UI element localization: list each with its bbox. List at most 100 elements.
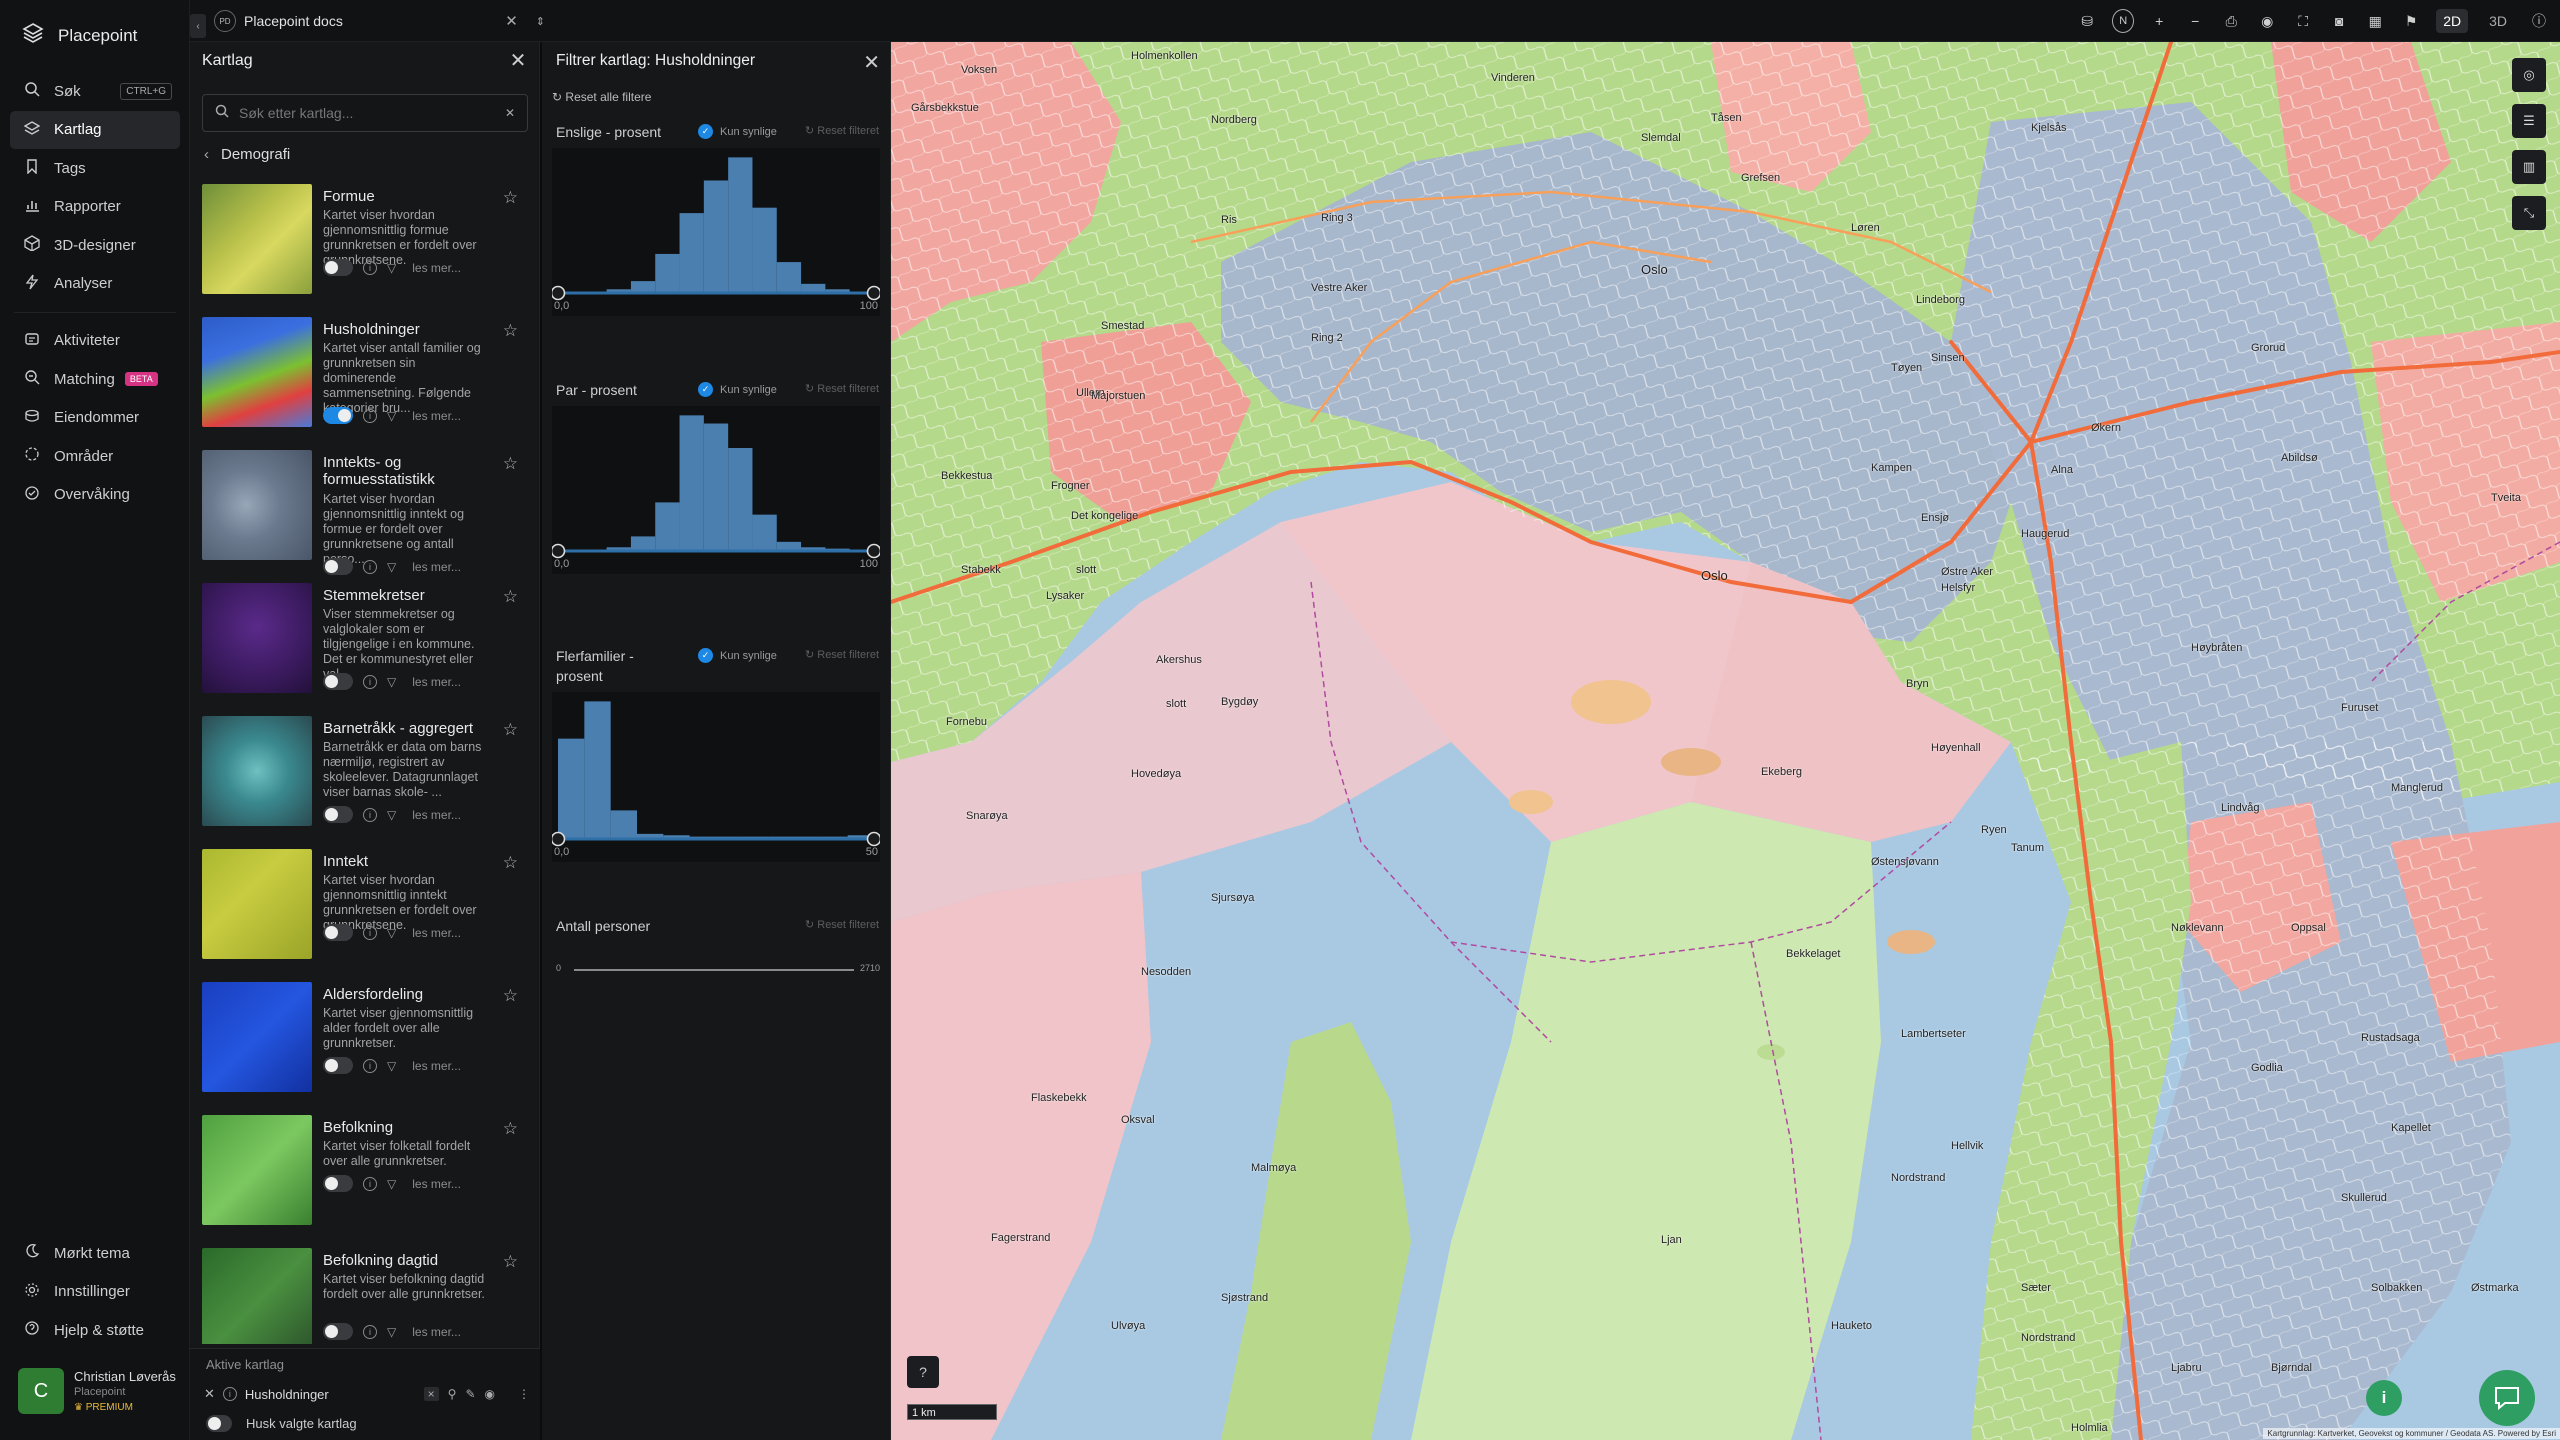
nav-item-kartlag[interactable]: Kartlag — [10, 110, 180, 149]
star-icon[interactable]: ☆ — [503, 587, 518, 607]
slider-track[interactable] — [574, 969, 854, 971]
close-panel-icon[interactable]: ✕ — [507, 50, 529, 72]
nav-item-overvåking[interactable]: Overvåking — [10, 476, 180, 514]
map-help-button[interactable]: ? — [907, 1356, 939, 1388]
layer-item[interactable]: Inntekt Kartet viser hvordan gjennomsnitt… — [202, 849, 532, 982]
info-icon[interactable]: i — [363, 1176, 377, 1191]
reset-filter-button[interactable]: ↻ Reset filteret — [805, 124, 879, 137]
star-icon[interactable]: ☆ — [503, 986, 518, 1006]
read-more-link[interactable]: les mer... — [412, 926, 461, 940]
only-visible-checkbox[interactable]: ✓ Kun synlige — [698, 124, 777, 139]
layers-stack-icon[interactable]: ⛁ — [2076, 10, 2098, 32]
read-more-link[interactable]: les mer... — [412, 261, 461, 275]
info-icon[interactable]: i — [363, 1058, 377, 1073]
reset-all-button[interactable]: ↻ Reset alle filtere — [552, 90, 651, 104]
zoom-out-icon[interactable]: − — [2184, 10, 2206, 32]
read-more-link[interactable]: les mer... — [412, 808, 461, 822]
zoom-in-icon[interactable]: + — [2148, 10, 2170, 32]
eye-icon[interactable]: ◉ — [485, 1387, 495, 1401]
star-icon[interactable]: ☆ — [503, 1252, 518, 1272]
nav-item-matching[interactable]: Matching BETA — [10, 360, 180, 398]
project-tab[interactable]: PD Placepoint docs ✕ ⇕ — [208, 5, 553, 37]
print-icon[interactable]: ⎙ — [2220, 10, 2242, 32]
nav-item-tags[interactable]: Tags — [10, 149, 180, 187]
star-icon[interactable]: ☆ — [503, 454, 518, 474]
layer-toggle[interactable] — [323, 259, 353, 276]
info-icon[interactable]: i — [363, 1324, 377, 1339]
camera-icon[interactable]: ◙ — [2328, 10, 2350, 32]
map-legend-button[interactable]: ☰ — [2512, 104, 2546, 138]
filter-icon[interactable]: ▽ — [387, 1325, 396, 1339]
info-icon[interactable]: i — [363, 807, 377, 822]
layer-toggle[interactable] — [323, 1057, 353, 1074]
star-icon[interactable]: ☆ — [503, 1119, 518, 1139]
info-icon[interactable]: ⓘ — [2528, 10, 2550, 32]
range-max-handle[interactable] — [866, 285, 882, 301]
grid-icon[interactable]: ▦ — [2364, 10, 2386, 32]
clear-search-icon[interactable]: ✕ — [505, 106, 515, 120]
filter-icon[interactable]: ⚲ — [448, 1387, 457, 1401]
info-icon[interactable]: i — [363, 260, 377, 275]
search-input[interactable] — [239, 105, 495, 121]
map-measure-button[interactable]: ⤡ — [2512, 196, 2546, 230]
remember-toggle[interactable] — [206, 1415, 232, 1432]
remember-layers[interactable]: Husk valgte kartlag — [206, 1415, 357, 1432]
range-max-handle[interactable] — [866, 543, 882, 559]
layer-toggle[interactable] — [323, 806, 353, 823]
layer-toggle[interactable] — [323, 1175, 353, 1192]
reset-filter-button[interactable]: ↻ Reset filteret — [805, 918, 879, 931]
star-icon[interactable]: ☆ — [503, 853, 518, 873]
layer-item[interactable]: Barnetråkk - aggregert Barnetråkk er data… — [202, 716, 532, 849]
collapse-nav-button[interactable]: ‹ — [190, 14, 206, 38]
close-filter-icon[interactable]: ✕ — [863, 50, 880, 75]
nav-item-søk[interactable]: Søk CTRL+G — [10, 72, 180, 110]
filter-icon[interactable]: ▽ — [387, 1177, 396, 1191]
compass-button[interactable]: N — [2112, 9, 2135, 33]
map-basemap-button[interactable]: ◎ — [2512, 58, 2546, 92]
layer-item[interactable]: Befolkning dagtid Kartet viser befolkning… — [202, 1248, 532, 1344]
eye-icon[interactable]: ◉ — [2256, 10, 2278, 32]
read-more-link[interactable]: les mer... — [412, 1325, 461, 1339]
read-more-link[interactable]: les mer... — [412, 1059, 461, 1073]
info-icon[interactable]: i — [363, 925, 377, 940]
nav-item-analyser[interactable]: Analyser — [10, 265, 180, 303]
nav-item-rapporter[interactable]: Rapporter — [10, 188, 180, 226]
reset-filter-button[interactable]: ↻ Reset filteret — [805, 648, 879, 661]
range-min-handle[interactable] — [550, 831, 566, 847]
star-icon[interactable]: ☆ — [503, 188, 518, 208]
nav-item-eiendommer[interactable]: Eiendommer — [10, 399, 180, 437]
range-min-handle[interactable] — [550, 543, 566, 559]
star-icon[interactable]: ☆ — [503, 720, 518, 740]
user-profile[interactable]: C Christian Løverås Placepoint ♛ PREMIUM — [18, 1368, 176, 1414]
nav-item-aktiviteter[interactable]: Aktiviteter — [10, 322, 180, 360]
bookmark-icon[interactable]: ⚑ — [2400, 10, 2422, 32]
nav-item-innstillinger[interactable]: Innstillinger — [10, 1273, 180, 1311]
only-visible-checkbox[interactable]: ✓ Kun synlige — [698, 648, 777, 663]
info-icon[interactable]: i — [363, 408, 377, 423]
mode-3d-button[interactable]: 3D — [2482, 9, 2514, 33]
chat-button[interactable] — [2479, 1370, 2535, 1426]
layer-toggle[interactable] — [323, 673, 353, 690]
only-visible-checkbox[interactable]: ✓ Kun synlige — [698, 382, 777, 397]
read-more-link[interactable]: les mer... — [412, 1177, 461, 1191]
mode-2d-button[interactable]: 2D — [2436, 9, 2469, 33]
read-more-link[interactable]: les mer... — [412, 409, 461, 423]
info-button[interactable]: i — [2366, 1380, 2402, 1416]
map-canvas[interactable] — [891, 42, 2560, 1440]
read-more-link[interactable]: les mer... — [412, 560, 461, 574]
filter-icon[interactable]: ▽ — [387, 1059, 396, 1073]
layer-item[interactable]: Aldersfordeling Kartet viser gjennomsnitt… — [202, 982, 532, 1115]
layer-item[interactable]: Stemmekretser Viser stemmekretser og valg… — [202, 583, 532, 716]
map-view[interactable]: Holmenkollen Voksen Gårsbekkstue Nordberg Ri… — [891, 42, 2560, 1440]
close-icon[interactable]: × — [423, 1387, 439, 1401]
filter-icon[interactable]: ▽ — [387, 808, 396, 822]
layer-item[interactable]: Formue Kartet viser hvordan gjennomsnittl… — [202, 184, 532, 317]
filter-icon[interactable]: ▽ — [387, 560, 396, 574]
more-icon[interactable]: ⋮ — [518, 1387, 530, 1401]
layer-toggle[interactable] — [323, 407, 353, 424]
filter-icon[interactable]: ▽ — [387, 926, 396, 940]
filter-icon[interactable]: ▽ — [387, 409, 396, 423]
reset-filter-button[interactable]: ↻ Reset filteret — [805, 382, 879, 395]
nav-item-mørkt-tema[interactable]: Mørkt tema — [10, 1234, 180, 1272]
range-max-handle[interactable] — [866, 831, 882, 847]
